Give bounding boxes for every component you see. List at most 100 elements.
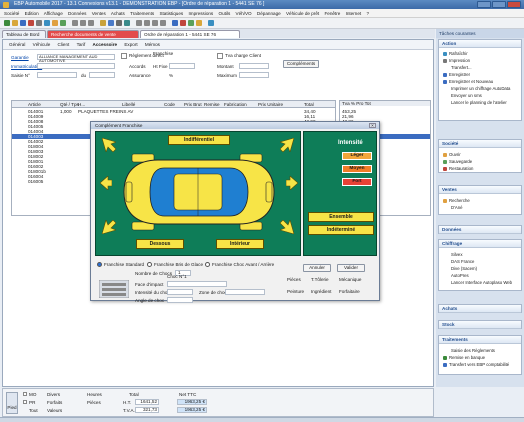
delete-icon[interactable] xyxy=(28,20,34,26)
angle-choc-select[interactable] xyxy=(167,297,193,303)
subtab-accessoire[interactable]: Accessoire xyxy=(93,40,118,50)
action-impression[interactable]: Impression xyxy=(443,58,470,63)
col-total[interactable]: Total xyxy=(304,101,314,108)
traitements-remise[interactable]: Remise en banque xyxy=(443,355,485,360)
first-icon[interactable] xyxy=(136,20,142,26)
action-imprimer-chiffrage[interactable]: Imprimer un chiffrage AutoData xyxy=(451,86,510,91)
action-rafraichir[interactable]: Rafraîchir xyxy=(443,51,468,56)
saisie-field[interactable] xyxy=(37,72,77,78)
col-code[interactable]: Code xyxy=(164,101,175,108)
action-envoyer-sms[interactable]: Envoyer un sms xyxy=(451,93,482,98)
menu-impressions[interactable]: Impressions xyxy=(188,11,213,16)
arrow-front-right-icon[interactable] xyxy=(280,138,294,152)
chiffrage-das[interactable]: DAS France xyxy=(451,259,474,264)
societe-sauvegarde[interactable]: Sauvegarde xyxy=(443,159,472,164)
achats-section-title[interactable]: Achats xyxy=(439,305,521,313)
bris-radio[interactable] xyxy=(147,262,152,267)
tab-recherche-documents[interactable]: Recherche documents de vente xyxy=(47,30,139,38)
col-prix-brut[interactable]: Prix Brut xyxy=(184,101,202,108)
menu-edition[interactable]: Edition xyxy=(25,11,39,16)
action-enregistrer-nouveau[interactable]: Enregistrer et Nouveau xyxy=(443,79,493,84)
intensite-ensemble-button[interactable]: Ensemble xyxy=(308,212,374,222)
stock-section-title[interactable]: Stock xyxy=(439,321,521,329)
menu-vehvo[interactable]: Véh/VO xyxy=(236,11,252,16)
mail-icon[interactable] xyxy=(108,20,114,26)
societe-ouvrir[interactable]: Ouvrir xyxy=(443,152,461,157)
societe-section-title[interactable]: Société xyxy=(439,140,521,148)
ventes-section-title[interactable]: Ventes xyxy=(439,186,521,194)
traitements-transfert[interactable]: Transfert vers EBP comptabilité xyxy=(443,362,509,367)
tab-ordre-reparation[interactable]: Ordre de réparation 1 - 5441 SE 76 xyxy=(140,30,240,38)
cut-icon[interactable] xyxy=(72,20,78,26)
montant-field[interactable] xyxy=(239,63,269,69)
menu-help[interactable]: ? xyxy=(366,11,369,16)
chiffrage-dive[interactable]: Dive (Sacem) xyxy=(451,266,477,271)
col-qte[interactable]: Qté / Tps xyxy=(60,101,79,108)
garantie-field[interactable]: ALLIANCE MANAGEMENT AUD AUTOMOTIVE xyxy=(37,54,115,63)
car-icon[interactable] xyxy=(180,20,186,26)
traitements-section-title[interactable]: Traitements xyxy=(439,336,521,344)
menu-ventes[interactable]: Ventes xyxy=(92,11,106,16)
save-icon[interactable] xyxy=(20,20,26,26)
valider-button[interactable]: Valider xyxy=(337,264,365,272)
previous-icon[interactable] xyxy=(144,20,150,26)
arrow-front-left-icon[interactable] xyxy=(102,138,116,152)
complements-button[interactable]: Compléments xyxy=(283,60,319,68)
menu-societe[interactable]: Société xyxy=(4,11,19,16)
menu-internet[interactable]: Internet xyxy=(346,11,362,16)
action-transfert[interactable]: Transfert... xyxy=(451,65,472,70)
car-top-view-icon[interactable] xyxy=(118,150,280,234)
help-icon[interactable] xyxy=(208,20,214,26)
menu-affichage[interactable]: Affichage xyxy=(44,11,63,16)
maximum-field[interactable] xyxy=(239,72,269,78)
annuler-button[interactable]: Annuler xyxy=(303,264,331,272)
menu-outils[interactable]: Outils xyxy=(219,11,231,16)
intensite-leger-button[interactable]: Léger xyxy=(342,152,372,160)
subtab-memos[interactable]: Mémos xyxy=(145,40,160,50)
arrow-rear-left-icon[interactable] xyxy=(102,220,116,234)
intensite-indetermine-button[interactable]: Indéterminé xyxy=(308,225,374,235)
search-icon[interactable] xyxy=(44,20,50,26)
menu-traitements[interactable]: Traitements xyxy=(130,11,154,16)
close-button[interactable] xyxy=(507,1,521,8)
garantie-label[interactable]: Garantie xyxy=(11,55,29,60)
subtab-export[interactable]: Export xyxy=(124,40,137,50)
menu-depannage[interactable]: Dépannage xyxy=(257,11,281,16)
reglement-checkbox[interactable] xyxy=(121,53,127,59)
zone-choc-select[interactable] xyxy=(225,289,265,295)
chiffrage-silvex[interactable]: Silvex xyxy=(451,252,462,257)
pied-button[interactable]: Pied xyxy=(6,392,18,414)
action-planning[interactable]: Lancer le planning de l'atelier xyxy=(451,100,507,105)
stock-icon[interactable] xyxy=(196,20,202,26)
action-enregistrer[interactable]: Enregistrer xyxy=(443,72,470,77)
paste-icon[interactable] xyxy=(88,20,94,26)
col-fabrication[interactable]: Fabrication xyxy=(224,101,247,108)
chiffrage-interface[interactable]: Lancer Interface Autoplaso Web xyxy=(451,280,512,285)
print-icon[interactable] xyxy=(36,20,42,26)
arrow-right-icon[interactable] xyxy=(286,176,298,190)
next-icon[interactable] xyxy=(152,20,158,26)
menu-donnees[interactable]: Données xyxy=(68,11,86,16)
maximize-button[interactable] xyxy=(492,1,506,8)
face-impact-select[interactable] xyxy=(167,281,227,287)
subtab-general[interactable]: Général xyxy=(9,40,25,50)
intensite-moyen-button[interactable]: Moyen xyxy=(342,165,372,173)
col-libelle[interactable]: Libellé xyxy=(122,101,135,108)
col-prix-unitaire[interactable]: Prix Unitaire xyxy=(258,101,283,108)
col-article[interactable]: Article xyxy=(28,101,41,108)
standard-radio[interactable] xyxy=(97,262,102,267)
ventes-recherche[interactable]: Recherche xyxy=(443,198,470,203)
donnees-section-title[interactable]: Données xyxy=(439,226,521,234)
menu-fenetre[interactable]: Fenêtre xyxy=(324,11,340,16)
zone-dessous[interactable]: Dessous xyxy=(136,239,184,249)
traitements-reglements[interactable]: Saisie des Règlements xyxy=(451,348,495,353)
calendar-icon[interactable] xyxy=(100,20,106,26)
societe-restauration[interactable]: Restauration xyxy=(443,166,473,171)
action-section-title[interactable]: Action xyxy=(439,40,521,48)
mo-checkbox[interactable] xyxy=(23,392,27,396)
chiffrage-section-title[interactable]: Chiffrage xyxy=(439,240,521,248)
refresh-icon[interactable] xyxy=(60,20,66,26)
menu-vehicule-pret[interactable]: Véhicule de prêt xyxy=(286,11,319,16)
menu-achats[interactable]: Achats xyxy=(111,11,125,16)
zone-interieur[interactable]: Intérieur xyxy=(216,239,264,249)
